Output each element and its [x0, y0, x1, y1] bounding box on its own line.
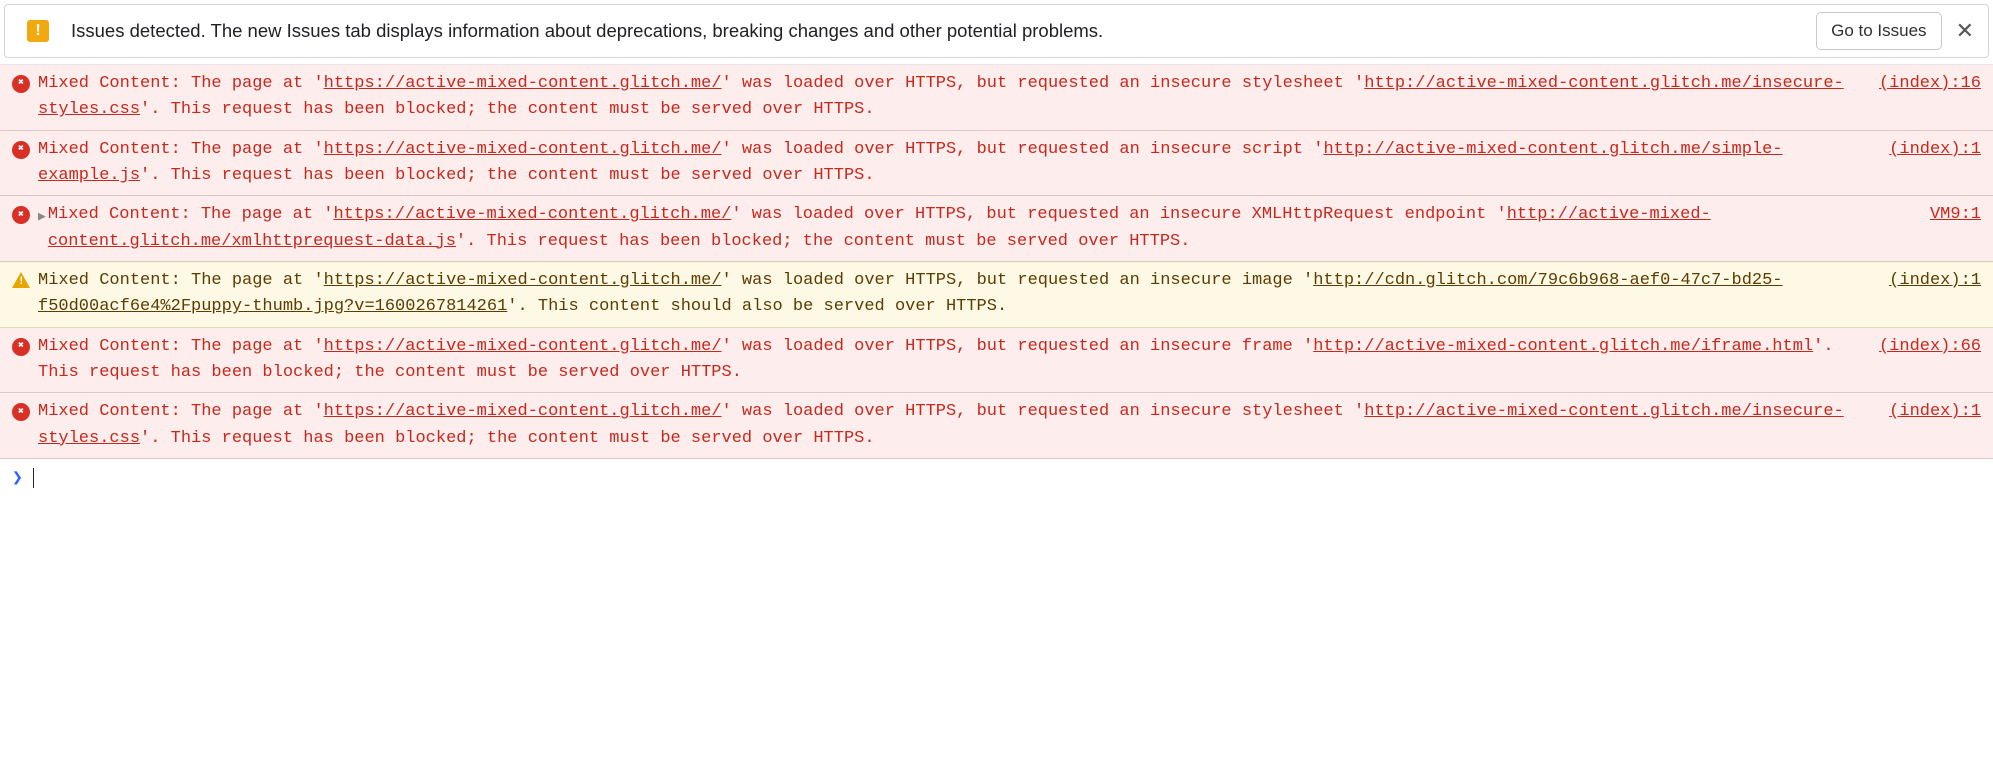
url-link[interactable]: https://active-mixed-content.glitch.me/ — [324, 74, 722, 93]
log-text-fragment: ' was loaded over HTTPS, but requested a… — [731, 205, 1506, 224]
log-source-link[interactable]: (index):1 — [1889, 137, 1981, 163]
log-text-fragment: '. This request has been blocked; the co… — [140, 166, 875, 185]
log-text-fragment: ' was loaded over HTTPS, but requested a… — [722, 337, 1314, 356]
console-log-row[interactable]: Mixed Content: The page at 'https://acti… — [0, 65, 1993, 131]
console-log-row[interactable]: ▶Mixed Content: The page at 'https://act… — [0, 196, 1993, 262]
log-text-fragment: Mixed Content: The page at ' — [38, 140, 324, 159]
log-text-fragment: ' was loaded over HTTPS, but requested a… — [722, 74, 1365, 93]
url-link[interactable]: https://active-mixed-content.glitch.me/ — [333, 205, 731, 224]
url-link[interactable]: http://active-mixed-content.glitch.me/if… — [1313, 337, 1813, 356]
log-text-fragment: Mixed Content: The page at ' — [38, 402, 324, 421]
log-message: Mixed Content: The page at 'https://acti… — [38, 71, 1855, 124]
console-log-row[interactable]: Mixed Content: The page at 'https://acti… — [0, 393, 1993, 459]
error-icon — [12, 338, 30, 356]
url-link[interactable]: https://active-mixed-content.glitch.me/ — [324, 337, 722, 356]
log-message: Mixed Content: The page at 'https://acti… — [38, 268, 1865, 321]
log-source-link[interactable]: (index):66 — [1879, 334, 1981, 360]
log-text-fragment: Mixed Content: The page at ' — [38, 337, 324, 356]
warning-icon — [12, 272, 30, 288]
log-text-fragment: '. This request has been blocked; the co… — [140, 100, 875, 119]
log-text-fragment: '. This content should also be served ov… — [507, 297, 1007, 316]
log-source-link[interactable]: VM9:1 — [1930, 202, 1981, 228]
issues-icon: ! — [27, 20, 49, 42]
close-icon[interactable]: ✕ — [1956, 18, 1974, 44]
log-text-fragment: Mixed Content: The page at ' — [38, 271, 324, 290]
log-message: Mixed Content: The page at 'https://acti… — [38, 137, 1865, 190]
issues-infobar: ! Issues detected. The new Issues tab di… — [4, 4, 1989, 58]
log-text-fragment: ' was loaded over HTTPS, but requested a… — [722, 271, 1314, 290]
error-icon — [12, 141, 30, 159]
console-log-row[interactable]: Mixed Content: The page at 'https://acti… — [0, 328, 1993, 394]
url-link[interactable]: https://active-mixed-content.glitch.me/ — [324, 402, 722, 421]
log-message: Mixed Content: The page at 'https://acti… — [38, 334, 1855, 387]
console-log-row[interactable]: Mixed Content: The page at 'https://acti… — [0, 131, 1993, 197]
console-log-list: Mixed Content: The page at 'https://acti… — [0, 64, 1993, 459]
go-to-issues-button[interactable]: Go to Issues — [1816, 12, 1941, 50]
log-source-link[interactable]: (index):1 — [1889, 268, 1981, 294]
error-icon — [12, 403, 30, 421]
log-message: Mixed Content: The page at 'https://acti… — [48, 202, 1906, 255]
prompt-cursor — [33, 468, 34, 488]
error-icon — [12, 75, 30, 93]
log-text-fragment: Mixed Content: The page at ' — [38, 74, 324, 93]
expand-arrow-icon[interactable]: ▶ — [38, 207, 46, 227]
log-message: Mixed Content: The page at 'https://acti… — [38, 399, 1865, 452]
url-link[interactable]: https://active-mixed-content.glitch.me/ — [324, 271, 722, 290]
log-text-fragment: ' was loaded over HTTPS, but requested a… — [722, 402, 1365, 421]
log-text-fragment: Mixed Content: The page at ' — [48, 205, 334, 224]
console-prompt[interactable]: ❯ — [0, 459, 1993, 497]
log-text-fragment: '. This request has been blocked; the co… — [140, 429, 875, 448]
log-source-link[interactable]: (index):1 — [1889, 399, 1981, 425]
issues-text: Issues detected. The new Issues tab disp… — [71, 20, 1816, 42]
url-link[interactable]: https://active-mixed-content.glitch.me/ — [324, 140, 722, 159]
log-source-link[interactable]: (index):16 — [1879, 71, 1981, 97]
error-icon — [12, 206, 30, 224]
log-text-fragment: ' was loaded over HTTPS, but requested a… — [722, 140, 1324, 159]
console-log-row[interactable]: Mixed Content: The page at 'https://acti… — [0, 262, 1993, 328]
prompt-chevron-icon: ❯ — [12, 467, 23, 489]
log-text-fragment: '. This request has been blocked; the co… — [456, 232, 1191, 251]
